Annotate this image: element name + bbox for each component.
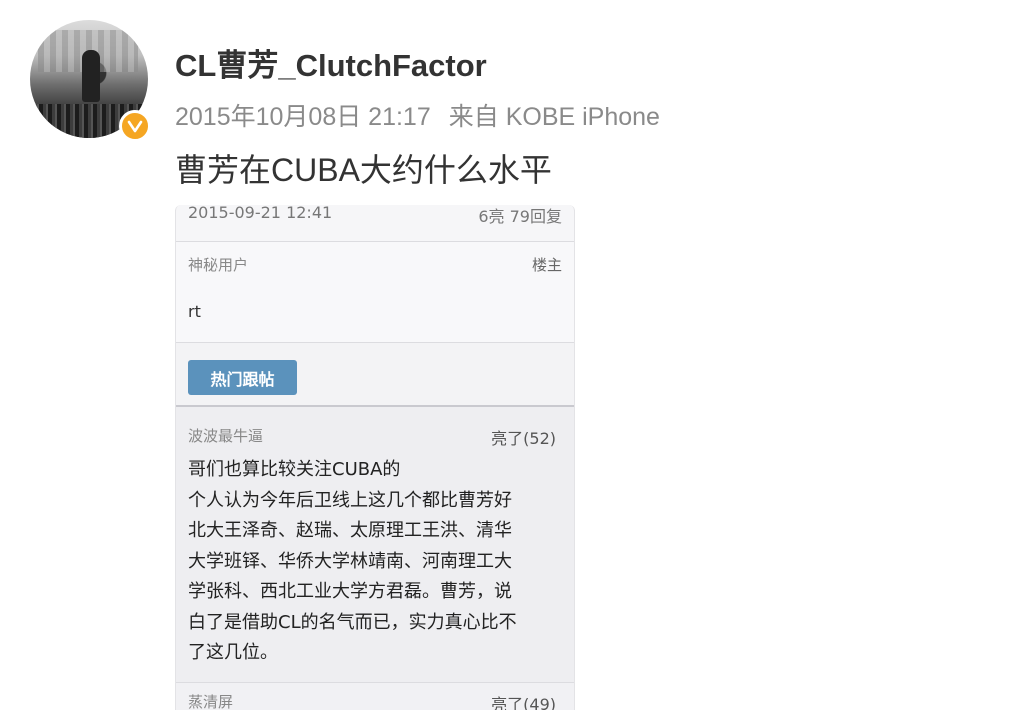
op-tag: 楼主 xyxy=(531,256,562,274)
reply-line: 大学班铎、华侨大学林靖南、河南理工大 xyxy=(188,550,512,572)
reply-item: 波波最牛逼 亮了(52) 哥们也算比较关注CUBA的 个人认为今年后卫线上这几个… xyxy=(176,407,574,683)
hot-replies-bar: 热门跟帖 xyxy=(176,343,574,407)
post-text: 曹芳在CUBA大约什么水平 xyxy=(175,152,552,188)
thread-header: 2015-09-21 12:41 6亮 79回复 xyxy=(176,205,574,242)
user-avatar-container[interactable] xyxy=(30,20,151,142)
verified-badge-icon xyxy=(119,110,151,142)
reply-body: 哥们也算比较关注CUBA的 个人认为今年后卫线上这几个都比曹芳好 北大王泽奇、赵… xyxy=(188,455,568,669)
checkmark-icon xyxy=(127,120,143,133)
hot-replies-button: 热门跟帖 xyxy=(188,360,297,395)
reply-likes: 亮了(52) xyxy=(491,429,556,448)
op-username: 神秘用户 xyxy=(188,256,249,274)
embedded-screenshot[interactable]: 2015-09-21 12:41 6亮 79回复 神秘用户 楼主 rt 热门跟帖… xyxy=(175,205,575,710)
username-link[interactable]: CL曹芳_ClutchFactor xyxy=(175,40,487,85)
reply-line: 个人认为今年后卫线上这几个都比曹芳好 xyxy=(188,489,512,511)
thread-date: 2015-09-21 12:41 xyxy=(188,205,333,222)
reply-line: 了这几位。 xyxy=(188,642,278,663)
op-body: rt xyxy=(188,302,201,321)
thread-stats: 6亮 79回复 xyxy=(478,207,562,226)
reply-item: 蒸清屏 亮了(49) xyxy=(176,683,574,710)
reply-line: 北大王泽奇、赵瑞、太原理工王洪、清华 xyxy=(188,520,512,541)
avatar-player-figure xyxy=(82,50,100,102)
reply-likes: 亮了(49) xyxy=(491,695,556,710)
post-timestamp[interactable]: 2015年10月08日 21:17 xyxy=(175,103,431,131)
reply-line: 学张科、西北工业大学方君磊。曹芳，说 xyxy=(188,581,512,602)
reply-line: 白了是借助CL的名气而已，实力真心比不 xyxy=(188,611,517,633)
post-source[interactable]: 来自 KOBE iPhone xyxy=(449,103,660,131)
post-meta: 2015年10月08日 21:17 来自 KOBE iPhone xyxy=(175,97,660,133)
reply-username: 波波最牛逼 xyxy=(188,427,264,445)
reply-username: 蒸清屏 xyxy=(188,693,234,710)
reply-line: 哥们也算比较关注CUBA的 xyxy=(188,459,401,480)
original-post: 神秘用户 楼主 rt xyxy=(176,242,574,343)
